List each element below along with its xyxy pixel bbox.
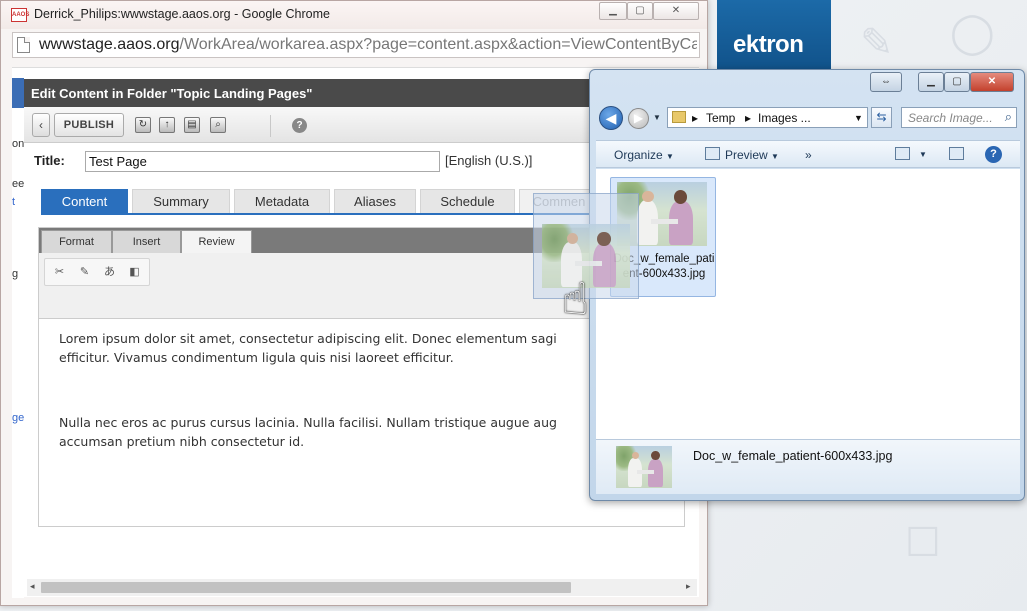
- left-nav-fragment[interactable]: ee: [12, 178, 24, 190]
- breadcrumb-separator: ▸: [745, 111, 752, 125]
- scrollbar-thumb[interactable]: [41, 582, 571, 593]
- editor-title: Edit Content in Folder "Topic Landing Pa…: [31, 86, 313, 101]
- maximize-button[interactable]: ▢: [627, 2, 653, 20]
- upload-icon[interactable]: ↑: [159, 117, 175, 133]
- paragraph: Nulla nec eros ac purus cursus lacinia. …: [59, 415, 557, 449]
- left-nav-highlight: [12, 78, 24, 108]
- ektron-logo: ektron: [717, 0, 831, 80]
- chevron-down-icon: ▼: [666, 152, 674, 161]
- checkin-icon[interactable]: ↻: [135, 117, 151, 133]
- window-title: Derrick_Philips:wwwstage.aaos.org - Goog…: [34, 7, 330, 21]
- language-label: [English (U.S.)]: [445, 153, 533, 168]
- url-host: wwwstage.aaos.org: [39, 36, 180, 53]
- forward-arrow-icon[interactable]: ▶: [628, 108, 649, 129]
- preview-label: Preview: [725, 148, 768, 162]
- more-commands-button[interactable]: »: [805, 148, 812, 162]
- close-button[interactable]: ✕: [653, 2, 699, 20]
- recent-pages-icon[interactable]: ▼: [653, 113, 661, 122]
- ribbon-tab-review[interactable]: Review: [181, 230, 252, 253]
- save-icon[interactable]: ▤: [184, 117, 200, 133]
- toolbar-separator: [270, 115, 271, 137]
- scroll-right-icon[interactable]: ▸: [686, 581, 691, 592]
- title-label: Title:: [34, 153, 65, 168]
- review-tools-group: ✂ ✎ あ ◧: [44, 258, 150, 286]
- preview-button[interactable]: Preview ▼: [725, 148, 779, 162]
- command-bar: Organize ▼ Preview ▼ » ▼ ?: [596, 140, 1020, 168]
- spellcheck-icon[interactable]: ✂: [52, 265, 67, 280]
- background-doodle: ☐: [905, 520, 941, 566]
- back-button[interactable]: ‹: [32, 113, 50, 137]
- horizontal-scrollbar[interactable]: ◂ ▸: [27, 579, 697, 596]
- editor-toolbar: ‹ PUBLISH ↻ ↑ ▤ ⌕ ?: [24, 107, 594, 143]
- search-icon[interactable]: ⌕: [1005, 109, 1012, 125]
- refresh-icon[interactable]: ⇆: [871, 107, 892, 128]
- organize-label: Organize: [614, 148, 663, 162]
- aaos-favicon-icon: AAOS: [11, 8, 29, 22]
- chrome-titlebar: AAOS Derrick_Philips:wwwstage.aaos.org -…: [1, 1, 707, 29]
- ribbon-tab-insert[interactable]: Insert: [112, 230, 181, 253]
- views-icon[interactable]: [895, 147, 910, 160]
- chevron-down-icon: ▼: [771, 152, 779, 161]
- restore-icon[interactable]: ⇔: [870, 72, 902, 92]
- help-icon[interactable]: ?: [985, 146, 1002, 163]
- organize-button[interactable]: Organize ▼: [614, 148, 674, 162]
- ektron-logo-text: ektron: [733, 31, 804, 58]
- ribbon-tab-format[interactable]: Format: [41, 230, 112, 253]
- left-nav-fragment[interactable]: on: [12, 138, 24, 150]
- explorer-address-bar[interactable]: ▸ Temp ▸ Images ... ▼: [667, 107, 868, 128]
- address-dropdown-icon[interactable]: ▼: [854, 113, 863, 123]
- minimize-button[interactable]: ▁: [599, 2, 627, 20]
- background-doodle: ✎: [860, 20, 894, 66]
- tab-metadata[interactable]: Metadata: [234, 189, 330, 214]
- maximize-button[interactable]: ▢: [944, 72, 970, 92]
- url-path: /WorkArea/workarea.aspx?page=content.asp…: [179, 36, 697, 53]
- close-button[interactable]: ✕: [970, 72, 1014, 92]
- translate-icon[interactable]: あ: [102, 265, 117, 280]
- preview-icon: [705, 147, 720, 160]
- tab-content[interactable]: Content: [41, 189, 128, 214]
- views-dropdown-icon[interactable]: ▼: [919, 150, 927, 159]
- editor-content[interactable]: Lorem ipsum dolor sit amet, consectetur …: [59, 329, 679, 497]
- left-nav-fragment[interactable]: g: [12, 268, 18, 280]
- publish-button[interactable]: PUBLISH: [54, 113, 124, 137]
- back-arrow-icon[interactable]: ◀: [599, 106, 623, 130]
- details-file-name: Doc_w_female_patient-600x433.jpg: [693, 449, 893, 463]
- compare-icon[interactable]: ◧: [127, 265, 142, 280]
- breadcrumb-temp[interactable]: Temp: [706, 111, 735, 125]
- details-pane: Doc_w_female_patient-600x433.jpg: [596, 439, 1020, 494]
- file-list: Doc_w_female_patient-600x433.jpg: [596, 169, 1020, 439]
- left-nav-fragment[interactable]: ge: [12, 412, 24, 424]
- url-text[interactable]: wwwstage.aaos.org/WorkArea/workarea.aspx…: [39, 36, 697, 54]
- title-input[interactable]: Test Page: [85, 151, 440, 172]
- tab-aliases[interactable]: Aliases: [334, 189, 416, 214]
- paragraph: Lorem ipsum dolor sit amet, consectetur …: [59, 331, 557, 365]
- preview-pane-icon[interactable]: [949, 147, 964, 160]
- help-icon[interactable]: ?: [292, 118, 307, 133]
- minimize-button[interactable]: ▁: [918, 72, 944, 92]
- search-placeholder: Search Image...: [908, 111, 993, 125]
- search-input[interactable]: Search Image... ⌕: [901, 107, 1017, 128]
- folder-icon: [672, 111, 686, 123]
- left-nav-fragment[interactable]: t: [12, 196, 15, 208]
- page-icon: [17, 37, 30, 53]
- explorer-window: ⇔ ▁ ▢ ✕ ◀ ▶ ▼ ▸ Temp ▸ Images ... ▼ ⇆ Se…: [589, 69, 1025, 501]
- details-thumbnail: [616, 446, 672, 488]
- scroll-left-icon[interactable]: ◂: [30, 581, 35, 592]
- hand-cursor-icon: ☝: [562, 274, 589, 325]
- preview-icon[interactable]: ⌕: [210, 117, 226, 133]
- tab-schedule[interactable]: Schedule: [420, 189, 515, 214]
- background-doodle: ◯: [950, 10, 995, 56]
- tabs-underline: [41, 213, 591, 215]
- left-nav-strip: on ee t g ge: [12, 78, 24, 598]
- breadcrumb-separator: ▸: [692, 111, 699, 125]
- track-changes-icon[interactable]: ✎: [77, 265, 92, 280]
- tab-summary[interactable]: Summary: [132, 189, 230, 214]
- breadcrumb-images[interactable]: Images ...: [758, 111, 811, 125]
- editor-header: Edit Content in Folder "Topic Landing Pa…: [24, 79, 594, 107]
- address-bar[interactable]: wwwstage.aaos.org/WorkArea/workarea.aspx…: [12, 32, 700, 58]
